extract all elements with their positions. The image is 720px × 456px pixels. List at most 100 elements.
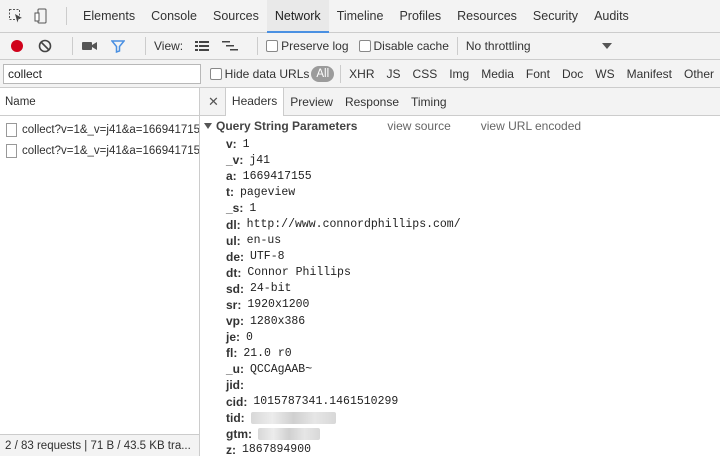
inspect-element-icon[interactable] — [6, 6, 26, 26]
query-string-section-header[interactable]: Query String Parameters view source view… — [200, 116, 720, 136]
param-key: _v: — [226, 153, 244, 168]
param-key: _s: — [226, 201, 244, 216]
filter-input[interactable] — [3, 63, 201, 84]
clear-icon[interactable] — [36, 37, 54, 55]
param-row: sd: 24-bit — [200, 281, 720, 297]
large-rows-icon[interactable] — [193, 37, 211, 55]
section-title: Query String Parameters — [216, 119, 358, 133]
param-key: cid: — [226, 394, 248, 409]
param-row: v: 1 — [200, 136, 720, 152]
param-key: de: — [226, 249, 244, 264]
filter-xhr[interactable]: XHR — [343, 67, 380, 81]
filter-media[interactable]: Media — [475, 67, 520, 81]
request-details-panel: ✕ Headers Preview Response Timing Query … — [200, 88, 720, 456]
disable-cache-label: Disable cache — [373, 39, 449, 53]
param-key: fl: — [226, 346, 238, 361]
camera-icon[interactable] — [81, 37, 99, 55]
param-value: 0 — [246, 330, 253, 344]
param-key: dt: — [226, 265, 242, 280]
close-icon[interactable]: ✕ — [206, 94, 225, 110]
param-row: _s: 1 — [200, 200, 720, 216]
param-key: dl: — [226, 217, 241, 232]
filter-other[interactable]: Other — [678, 67, 720, 81]
filter-css[interactable]: CSS — [407, 67, 444, 81]
filter-bar: Hide data URLs All XHR JS CSS Img Media … — [0, 60, 720, 88]
param-value: pageview — [240, 185, 296, 199]
network-toolbar: View: Preserve log Disable cache No thro… — [0, 33, 720, 60]
tab-headers[interactable]: Headers — [224, 88, 285, 116]
param-row: t: pageview — [200, 184, 720, 200]
param-value: 1 — [249, 201, 257, 215]
param-key: gtm: — [226, 426, 252, 441]
overview-icon[interactable] — [221, 37, 239, 55]
throttling-select[interactable]: No throttling — [466, 39, 612, 53]
file-icon — [6, 122, 17, 137]
tab-security[interactable]: Security — [525, 0, 586, 33]
divider — [456, 37, 458, 55]
filter-ws[interactable]: WS — [589, 67, 620, 81]
filter-all-button[interactable]: All — [311, 65, 335, 82]
param-row: cid: 1015787341.1461510299 — [200, 394, 720, 410]
param-value: 1920x1200 — [247, 298, 310, 312]
param-row: _u: QCCAgAAB~ — [200, 361, 720, 377]
request-row[interactable]: collect?v=1&_v=j41&a=1669417155... — [0, 140, 199, 161]
throttling-value: No throttling — [465, 39, 531, 53]
param-value: 1280x386 — [250, 314, 306, 328]
request-row[interactable]: collect?v=1&_v=j41&a=1669417155... — [0, 119, 199, 140]
param-key: a: — [226, 169, 237, 184]
dropdown-arrow-icon — [601, 43, 612, 49]
tab-console[interactable]: Console — [143, 0, 205, 33]
param-value: 1015787341.1461510299 — [253, 395, 399, 409]
devtools-tab-bar: Elements Console Sources Network Timelin… — [0, 0, 720, 33]
param-value: 1 — [242, 137, 250, 151]
param-key: sd: — [226, 281, 244, 296]
filter-js[interactable]: JS — [381, 67, 407, 81]
redacted-value — [258, 427, 320, 440]
param-key: t: — [226, 185, 234, 200]
filter-img[interactable]: Img — [443, 67, 475, 81]
view-url-encoded-link[interactable]: view URL encoded — [481, 119, 581, 133]
tab-profiles[interactable]: Profiles — [391, 0, 449, 33]
param-value: en-us — [246, 234, 282, 248]
divider — [340, 64, 342, 83]
view-source-link[interactable]: view source — [387, 119, 450, 133]
param-key: tid: — [226, 410, 245, 425]
request-list-panel: Name collect?v=1&_v=j41&a=1669417155... … — [0, 88, 200, 456]
hide-data-urls-checkbox[interactable] — [209, 67, 222, 80]
param-key: je: — [226, 330, 241, 345]
filter-doc[interactable]: Doc — [556, 67, 589, 81]
preserve-log-label: Preserve log — [281, 39, 349, 53]
hide-data-urls-label: Hide data URLs — [224, 66, 310, 81]
param-key: vp: — [226, 314, 244, 329]
param-row: de: UTF-8 — [200, 249, 720, 265]
divider — [145, 37, 146, 55]
preserve-log-checkbox[interactable] — [266, 40, 279, 52]
tab-network[interactable]: Network — [266, 0, 329, 33]
filter-manifest[interactable]: Manifest — [621, 67, 678, 81]
filter-icon[interactable] — [109, 37, 127, 55]
param-value: 1867894900 — [242, 443, 312, 456]
param-row: fl: 21.0 r0 — [200, 345, 720, 361]
redacted-value — [250, 411, 336, 424]
query-params-list: v: 1 _v: j41 a: 1669417155 t: pageview _s: 1 dl: ht… — [200, 136, 720, 456]
param-row: gtm: — [200, 426, 720, 442]
tab-timing[interactable]: Timing — [405, 88, 453, 116]
tab-elements[interactable]: Elements — [75, 0, 143, 33]
tab-response[interactable]: Response — [339, 88, 405, 116]
record-icon[interactable] — [8, 37, 26, 55]
view-label: View: — [154, 39, 184, 53]
status-summary: 2 / 83 requests | 71 B / 43.5 KB tra... — [0, 434, 199, 456]
tab-preview[interactable]: Preview — [284, 88, 339, 116]
param-row: ul: en-us — [200, 233, 720, 249]
name-column-header[interactable]: Name — [0, 88, 199, 116]
param-row: dt: Connor Phillips — [200, 265, 720, 281]
param-row: je: 0 — [200, 329, 720, 345]
filter-font[interactable]: Font — [520, 67, 556, 81]
device-mode-icon[interactable] — [32, 6, 52, 26]
tab-audits[interactable]: Audits — [586, 0, 637, 33]
tab-sources[interactable]: Sources — [205, 0, 267, 33]
disable-cache-checkbox[interactable] — [358, 40, 371, 52]
tab-timeline[interactable]: Timeline — [329, 0, 392, 33]
request-name: collect?v=1&_v=j41&a=1669417155... — [22, 123, 199, 136]
tab-resources[interactable]: Resources — [449, 0, 525, 33]
